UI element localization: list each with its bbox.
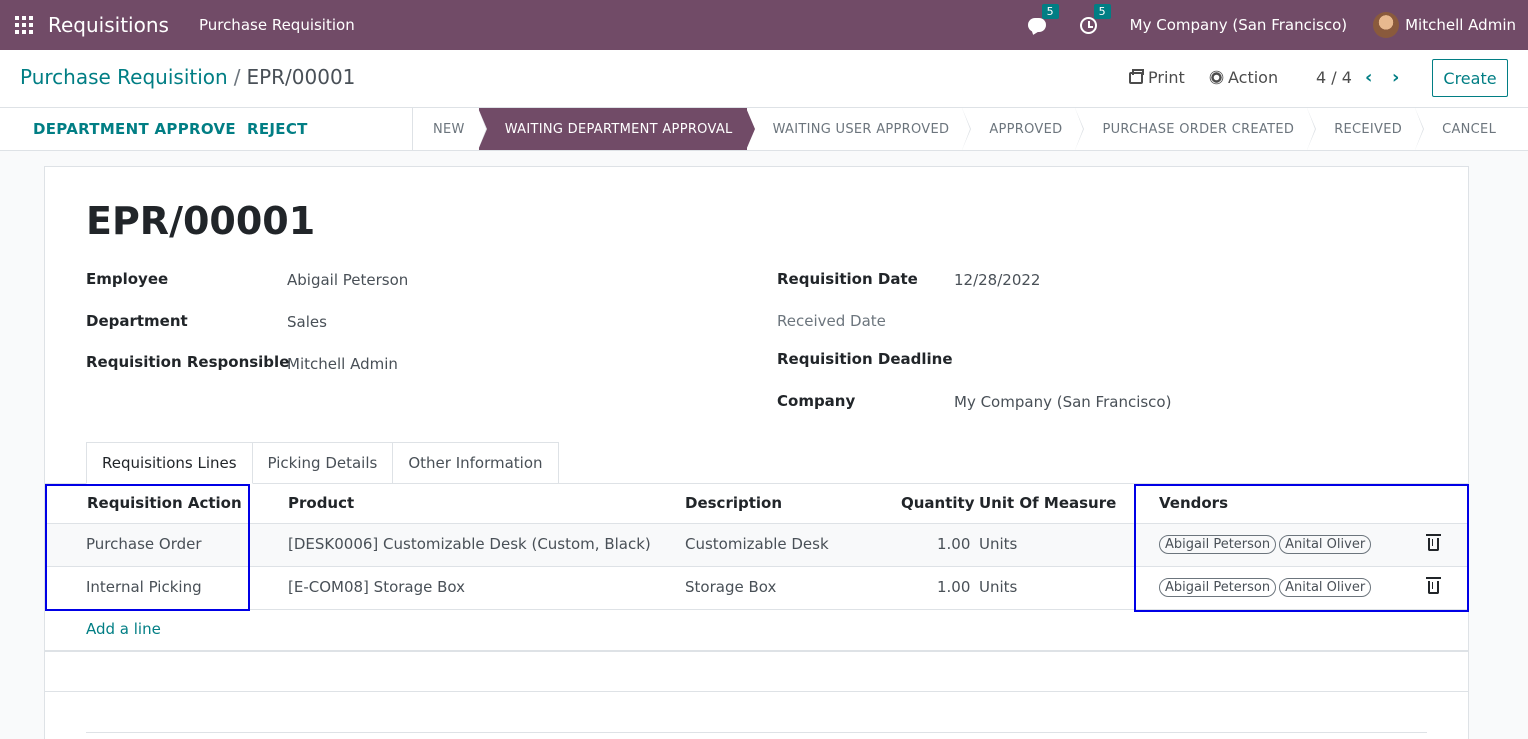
avatar[interactable] [1373,12,1400,38]
status-bar: DEPARTMENT APPROVE REJECT NEW WAITING DE… [0,108,1528,151]
print-label: Print [1148,68,1185,87]
requisition-date-field[interactable]: 12/28/2022 [954,271,1040,289]
gear-icon [1211,72,1222,83]
breadcrumb-separator: / [233,65,241,89]
company-field[interactable]: My Company (San Francisco) [954,393,1171,411]
requisition-responsible-label: Requisition Responsible [86,353,290,371]
apps-menu-icon[interactable] [15,16,33,34]
stage-waiting-department-approval[interactable]: WAITING DEPARTMENT APPROVAL [478,108,755,150]
employee-label: Employee [86,270,169,288]
column-description[interactable]: Description [685,494,782,512]
create-button[interactable]: Create [1432,59,1508,97]
pager-value[interactable]: 4 / 4 [1316,68,1352,87]
cell-product[interactable]: [DESK0006] Customizable Desk (Custom, Bl… [288,535,651,553]
print-icon [1129,68,1144,84]
activity-count-badge: 5 [1093,4,1111,19]
cell-product[interactable]: [E-COM08] Storage Box [288,578,465,596]
stage-waiting-user-approved[interactable]: WAITING USER APPROVED [747,108,972,150]
breadcrumb: Purchase Requisition / EPR/00001 [20,65,355,89]
company-label: Company [777,392,856,410]
messaging-button[interactable]: 5 [1026,4,1059,36]
tab-picking-details[interactable]: Picking Details [252,442,394,484]
menu-purchase-requisition[interactable]: Purchase Requisition [199,16,355,34]
form-sheet: EPR/00001 Employee Abigail Peterson Depa… [44,166,1469,739]
stage-purchase-order-created[interactable]: PURCHASE ORDER CREATED [1076,108,1316,150]
tab-other-information[interactable]: Other Information [393,442,559,484]
company-switcher[interactable]: My Company (San Francisco) [1130,16,1347,34]
clock-icon [1080,16,1098,34]
pager-next-button[interactable]: › [1392,67,1399,88]
navbar-systray: 5 5 My Company (San Francisco) Mitchell … [1026,0,1528,50]
cell-unit-of-measure[interactable]: Units [979,578,1017,596]
department-field[interactable]: Sales [287,313,327,331]
stage-approved[interactable]: APPROVED [963,108,1085,150]
table-bottom-divider [45,650,1468,652]
action-button[interactable]: Action [1210,68,1278,87]
column-product[interactable]: Product [288,494,354,512]
activity-button[interactable]: 5 [1078,4,1111,36]
breadcrumb-current: EPR/00001 [246,65,356,89]
control-panel: Purchase Requisition / EPR/00001 Print Act… [0,50,1528,108]
record-title: EPR/00001 [86,199,316,243]
action-label: Action [1228,68,1279,87]
cell-description[interactable]: Storage Box [685,578,776,596]
pager-previous-button[interactable]: ‹ [1365,67,1372,88]
top-navbar: Requisitions Purchase Requisition 5 5 My… [0,0,1528,50]
cell-description[interactable]: Customizable Desk [685,535,829,553]
department-approve-button[interactable]: DEPARTMENT APPROVE [33,120,236,138]
cell-quantity[interactable]: 1.00 [937,578,970,596]
cell-quantity[interactable]: 1.00 [937,535,970,553]
footer-divider [86,732,1427,733]
tab-requisitions-lines[interactable]: Requisitions Lines [86,442,253,484]
app-name[interactable]: Requisitions [48,13,169,37]
user-menu[interactable]: Mitchell Admin [1405,16,1516,34]
highlight-box-requisition-action [45,484,250,611]
received-date-label: Received Date [777,312,886,330]
column-quantity[interactable]: Quantity [901,494,975,512]
highlight-box-vendors [1134,484,1469,612]
stage-cancel[interactable]: CANCEL [1416,108,1510,150]
stage-received[interactable]: RECEIVED [1308,108,1424,150]
stage-new[interactable]: NEW [413,108,487,150]
chat-count-badge: 5 [1041,4,1059,19]
requisition-date-label: Requisition Date [777,270,918,288]
notebook-tabs: Requisitions Lines Picking Details Other… [86,442,559,484]
chat-icon [1027,18,1046,32]
column-unit-of-measure[interactable]: Unit Of Measure [979,494,1116,512]
reject-button[interactable]: REJECT [247,120,308,138]
requisition-responsible-field[interactable]: Mitchell Admin [287,355,398,373]
cell-unit-of-measure[interactable]: Units [979,535,1017,553]
department-label: Department [86,312,188,330]
add-line-link[interactable]: Add a line [86,620,161,638]
section-divider [45,691,1468,692]
employee-field[interactable]: Abigail Peterson [287,271,408,289]
print-button[interactable]: Print [1129,68,1185,87]
breadcrumb-parent[interactable]: Purchase Requisition [20,65,228,89]
requisition-deadline-label: Requisition Deadline [777,350,953,368]
stage-pipeline: NEW WAITING DEPARTMENT APPROVAL WAITING … [412,108,1510,150]
